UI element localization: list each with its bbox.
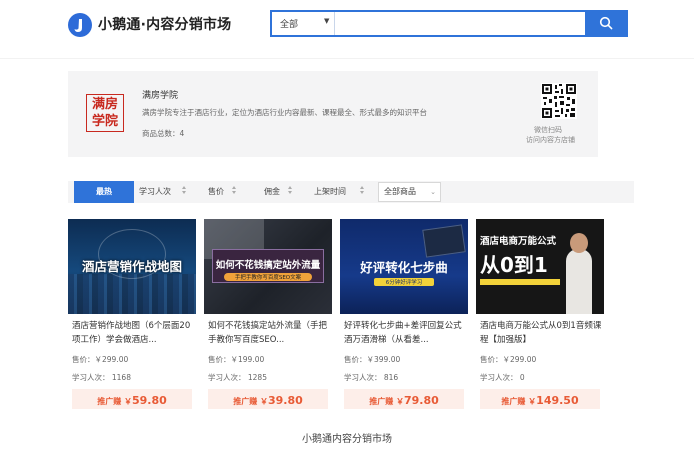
search-input[interactable] [336,12,586,35]
shop-description: 满房学院专注于酒店行业，定位为酒店行业内容最新、课程最全、形式最多的知识平台 [142,108,427,117]
thumbnail-subtitle: 6分钟好评学习 [385,280,423,286]
product-title[interactable]: 酒店营销作战地图（6个层面20项工作）学会做酒店... [72,320,194,348]
qr-code-icon [541,83,577,119]
product-price: 售价：￥299.00 [480,355,537,364]
shop-name[interactable]: 满房学院 [142,88,178,101]
thumbnail-headline: 从0到1 [480,253,548,277]
product-thumbnail[interactable]: 好评转化七步曲 6分钟好评学习 [340,219,468,314]
sort-arrows-icon[interactable] [232,186,237,198]
search-bar: 全部 ▼ [270,10,628,37]
shop-logo[interactable]: 满房 学院 [86,94,124,132]
search-button[interactable] [585,12,626,35]
search-scope-select[interactable]: 全部 [280,17,298,30]
sort-arrows-icon[interactable] [360,186,365,198]
thumbnail-subtitle: 手把手教你写百度SEO文案 [234,275,302,281]
promote-button[interactable]: 推广赚 ￥149.50 [480,389,600,409]
promote-amount: 39.80 [268,394,303,407]
header-divider [0,58,694,59]
product-price: 售价：￥199.00 [208,355,265,364]
promote-label: 推广赚 ￥ [233,397,268,406]
thumbnail-title: 酒店电商万能公式 [480,236,557,247]
product-thumbnail[interactable]: 如何不花钱搞定站外流量 手把手教你写百度SEO文案 [204,219,332,314]
product-card[interactable]: 如何不花钱搞定站外流量 手把手教你写百度SEO文案 如何不花钱搞定站外流量（手把… [204,219,332,411]
product-learners: 学习人次： 816 [344,373,399,382]
thumbnail-title: 酒店营销作战地图 [81,259,182,274]
sort-arrows-icon[interactable] [288,186,293,198]
shop-product-count: 商品总数：4 [142,129,185,138]
product-price: 售价：￥299.00 [72,355,129,364]
product-learners: 学习人次： 1285 [208,373,267,382]
chevron-down-icon: ⌄ [430,188,436,196]
product-filter-value: 全部商品 [384,187,416,196]
qr-label-visit: 访问内容方店铺 [526,136,575,144]
search-divider [334,12,335,35]
product-price: 售价：￥399.00 [344,355,401,364]
sort-commission[interactable]: 佣金 [264,181,280,203]
product-learners: 学习人次： 0 [480,373,525,382]
promote-amount: 149.50 [536,394,579,407]
shop-info-card: 满房 学院 满房学院 满房学院专注于酒店行业，定位为酒店行业内容最新、课程最全、形… [68,71,598,157]
product-learners: 学习人次： 1168 [72,373,131,382]
promote-label: 推广赚 ￥ [97,397,132,406]
site-title[interactable]: 小鹅通·内容分销市场 [98,14,231,34]
site-header: 小鹅通·内容分销市场 全部 ▼ [0,0,694,59]
product-thumbnail[interactable]: 酒店营销作战地图 [68,219,196,314]
promote-button[interactable]: 推广赚 ￥39.80 [208,389,328,409]
thumbnail-title: 好评转化七步曲 [360,260,448,275]
promote-button[interactable]: 推广赚 ￥59.80 [72,389,192,409]
goose-logo-icon[interactable] [68,13,92,37]
product-card[interactable]: 酒店电商万能公式 从0到1 酒店电商万能公式从0到1音频课程【加强版】 售价：￥… [476,219,604,411]
qr-label-scan: 微信扫码 [534,126,562,134]
promote-button[interactable]: 推广赚 ￥79.80 [344,389,464,409]
product-title[interactable]: 如何不花钱搞定站外流量（手把手教你写百度SEO... [208,320,330,348]
search-icon [599,16,613,30]
sort-price[interactable]: 售价 [208,181,224,203]
sort-hot[interactable]: 最热 [74,181,134,203]
promote-label: 推广赚 ￥ [369,397,404,406]
sort-learners[interactable]: 学习人次 [139,181,171,203]
product-title[interactable]: 好评转化七步曲+差评回复公式酒万酒滑梯（从看差... [344,320,466,348]
footer-text: 小鹅通内容分销市场 [302,434,392,445]
product-card[interactable]: 酒店营销作战地图 酒店营销作战地图（6个层面20项工作）学会做酒店... 售价：… [68,219,196,411]
promote-label: 推广赚 ￥ [501,397,537,406]
sort-arrows-icon[interactable] [182,186,187,198]
caret-down-icon[interactable]: ▼ [324,17,329,25]
promote-amount: 59.80 [132,394,167,407]
product-filter-select[interactable]: 全部商品 ⌄ [378,182,441,202]
product-title[interactable]: 酒店电商万能公式从0到1音频课程【加强版】 [480,320,602,348]
sort-listing-time[interactable]: 上架时间 [314,181,346,203]
sort-bar: 最热 学习人次 售价 佣金 上架时间 全部商品 ⌄ [68,181,634,203]
product-thumbnail[interactable]: 酒店电商万能公式 从0到1 [476,219,604,314]
thumbnail-title: 如何不花钱搞定站外流量 [215,260,321,271]
promote-amount: 79.80 [404,394,439,407]
product-card[interactable]: 好评转化七步曲 6分钟好评学习 好评转化七步曲+差评回复公式酒万酒滑梯（从看差.… [340,219,468,411]
